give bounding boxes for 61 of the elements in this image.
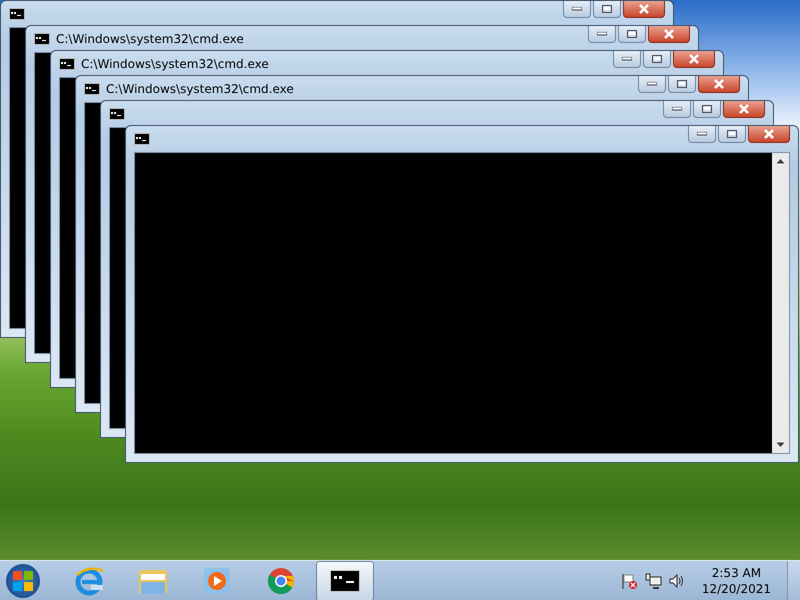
maximize-icon xyxy=(602,5,612,13)
maximize-button[interactable] xyxy=(718,126,746,143)
maximize-button[interactable] xyxy=(643,51,671,68)
maximize-icon xyxy=(727,130,737,138)
close-button[interactable] xyxy=(723,101,765,118)
start-button[interactable] xyxy=(6,564,40,598)
minimize-icon xyxy=(697,132,707,136)
minimize-button[interactable] xyxy=(688,126,716,143)
taskbar-app-button[interactable] xyxy=(316,560,374,600)
minimize-button[interactable] xyxy=(613,51,641,68)
window-title: C:\Windows\system32\cmd.exe xyxy=(81,57,269,71)
flag-warning-icon[interactable] xyxy=(620,572,638,590)
maximize-icon xyxy=(652,55,662,63)
minimize-icon xyxy=(622,57,632,61)
maximize-button[interactable] xyxy=(668,76,696,93)
clock-time: 2:53 AM xyxy=(712,564,762,580)
maximize-button[interactable] xyxy=(618,26,646,43)
scroll-down-icon[interactable] xyxy=(776,442,785,448)
close-button[interactable] xyxy=(623,1,665,18)
speaker-icon[interactable] xyxy=(668,572,686,590)
console-icon xyxy=(59,58,75,70)
close-icon xyxy=(663,29,675,39)
close-button[interactable] xyxy=(698,76,740,93)
minimize-button[interactable] xyxy=(663,101,691,118)
maximize-icon xyxy=(702,105,712,113)
scroll-up-icon[interactable] xyxy=(776,158,785,164)
close-icon xyxy=(713,79,725,89)
scrollbar[interactable] xyxy=(772,153,789,453)
e-logo-icon xyxy=(73,564,105,596)
maximize-button[interactable] xyxy=(593,1,621,18)
maximize-icon xyxy=(677,80,687,88)
minimize-button[interactable] xyxy=(588,26,616,43)
maximize-button[interactable] xyxy=(693,101,721,118)
clock[interactable]: 2:53 AM 12/20/2021 xyxy=(692,564,781,596)
console-icon xyxy=(9,8,25,20)
console-icon xyxy=(109,108,125,120)
minimize-button[interactable] xyxy=(563,1,591,18)
maximize-icon xyxy=(627,30,637,38)
close-icon xyxy=(738,104,750,114)
minimize-button[interactable] xyxy=(638,76,666,93)
windows-logo-icon xyxy=(12,570,34,592)
console-icon xyxy=(134,133,150,145)
chrome-logo-icon xyxy=(266,566,296,596)
clock-date: 12/20/2021 xyxy=(702,580,771,596)
console-icon xyxy=(34,33,50,45)
close-icon xyxy=(763,129,775,139)
console-icon xyxy=(84,83,100,95)
close-button[interactable] xyxy=(673,51,715,68)
minimize-icon xyxy=(672,107,682,111)
play-icon xyxy=(202,566,232,596)
close-icon xyxy=(638,4,650,14)
window-title: C:\Windows\system32\cmd.exe xyxy=(106,82,294,96)
close-button[interactable] xyxy=(648,26,690,43)
console-icon xyxy=(330,570,360,592)
close-button[interactable] xyxy=(748,126,790,143)
minimize-icon xyxy=(572,7,582,11)
network-icon[interactable] xyxy=(644,572,662,590)
close-icon xyxy=(688,54,700,64)
minimize-icon xyxy=(647,82,657,86)
minimize-icon xyxy=(597,32,607,36)
window-title: C:\Windows\system32\cmd.exe xyxy=(56,32,244,46)
